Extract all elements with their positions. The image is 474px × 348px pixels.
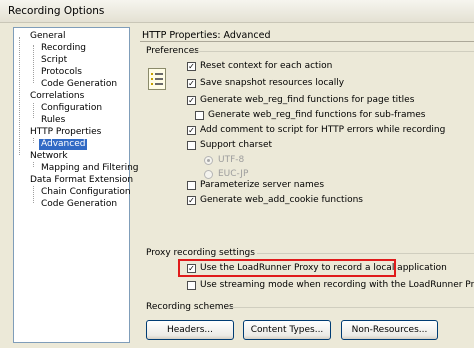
tree-item-recording[interactable]: Recording — [39, 43, 88, 54]
save-snapshot-label: Save snapshot resources locally — [200, 78, 345, 88]
headers-button[interactable]: Headers... — [146, 320, 234, 340]
tree-item-code-generation-2[interactable]: Code Generation — [39, 199, 119, 210]
tree-item-rules[interactable]: Rules — [39, 115, 67, 126]
preferences-list-icon — [148, 68, 166, 90]
header-divider — [140, 41, 474, 42]
proxy-settings-label: Proxy recording settings — [146, 248, 255, 258]
tree-item-general[interactable]: General — [28, 31, 67, 42]
generate-cookie-checkbox[interactable]: ✓ — [187, 196, 196, 205]
support-charset-checkbox[interactable] — [187, 141, 196, 150]
eucjp-radio[interactable] — [204, 170, 213, 179]
recording-schemes-label: Recording schemes — [146, 302, 234, 312]
generate-sub-frames-checkbox[interactable] — [195, 111, 204, 120]
utf8-label: UTF-8 — [218, 155, 245, 165]
parameterize-server-names-label: Parameterize server names — [200, 180, 325, 190]
parameterize-server-names-checkbox[interactable] — [187, 181, 196, 190]
tree-item-data-format-extension[interactable]: Data Format Extension — [28, 175, 135, 186]
tree-item-advanced[interactable]: Advanced — [39, 139, 88, 150]
tree-connector — [33, 138, 34, 143]
save-snapshot-checkbox[interactable]: ✓ — [187, 79, 196, 88]
tree-item-script[interactable]: Script — [39, 55, 69, 66]
group-divider — [257, 253, 474, 254]
window-title: Recording Options — [8, 5, 105, 17]
reset-context-checkbox[interactable]: ✓ — [187, 62, 196, 71]
utf8-radio[interactable] — [204, 156, 213, 165]
add-comment-label: Add comment to script for HTTP errors wh… — [200, 125, 446, 135]
tree-item-correlations[interactable]: Correlations — [28, 91, 86, 102]
tree-connector — [33, 186, 34, 203]
non-resources-button[interactable]: Non-Resources... — [341, 320, 438, 340]
content-types-button[interactable]: Content Types... — [243, 320, 331, 340]
page-title: HTTP Properties: Advanced — [142, 30, 271, 41]
generate-page-titles-label: Generate web_reg_find functions for page… — [200, 95, 415, 105]
title-bar: Recording Options — [0, 0, 474, 23]
tree-item-mapping-filtering[interactable]: Mapping and Filtering — [39, 163, 140, 174]
eucjp-label: EUC-JP — [218, 169, 249, 179]
reset-context-label: Reset context for each action — [200, 61, 333, 71]
tree-connector — [33, 162, 34, 167]
tree-item-http-properties[interactable]: HTTP Properties — [28, 127, 103, 138]
group-divider — [190, 51, 474, 52]
tree-connector — [33, 103, 34, 118]
highlight-box — [178, 259, 396, 277]
generate-page-titles-checkbox[interactable]: ✓ — [187, 96, 196, 105]
group-divider — [230, 307, 474, 308]
tree-item-code-generation[interactable]: Code Generation — [39, 79, 119, 90]
streaming-mode-checkbox[interactable] — [187, 281, 196, 290]
streaming-mode-label: Use streaming mode when recording with t… — [200, 280, 474, 290]
options-tree[interactable]: General Recording Script Protocols Code … — [13, 27, 138, 343]
tree-connector — [33, 45, 34, 83]
tree-item-protocols[interactable]: Protocols — [39, 67, 84, 78]
generate-cookie-label: Generate web_add_cookie functions — [200, 195, 363, 205]
tree-item-network[interactable]: Network — [28, 151, 70, 162]
add-comment-checkbox[interactable]: ✓ — [187, 126, 196, 135]
tree-connector — [19, 37, 20, 155]
generate-sub-frames-label: Generate web_reg_find functions for sub-… — [208, 110, 426, 120]
tree-item-configuration[interactable]: Configuration — [39, 103, 104, 114]
support-charset-label: Support charset — [200, 140, 273, 150]
tree-item-chain-configuration[interactable]: Chain Configuration — [39, 187, 133, 198]
